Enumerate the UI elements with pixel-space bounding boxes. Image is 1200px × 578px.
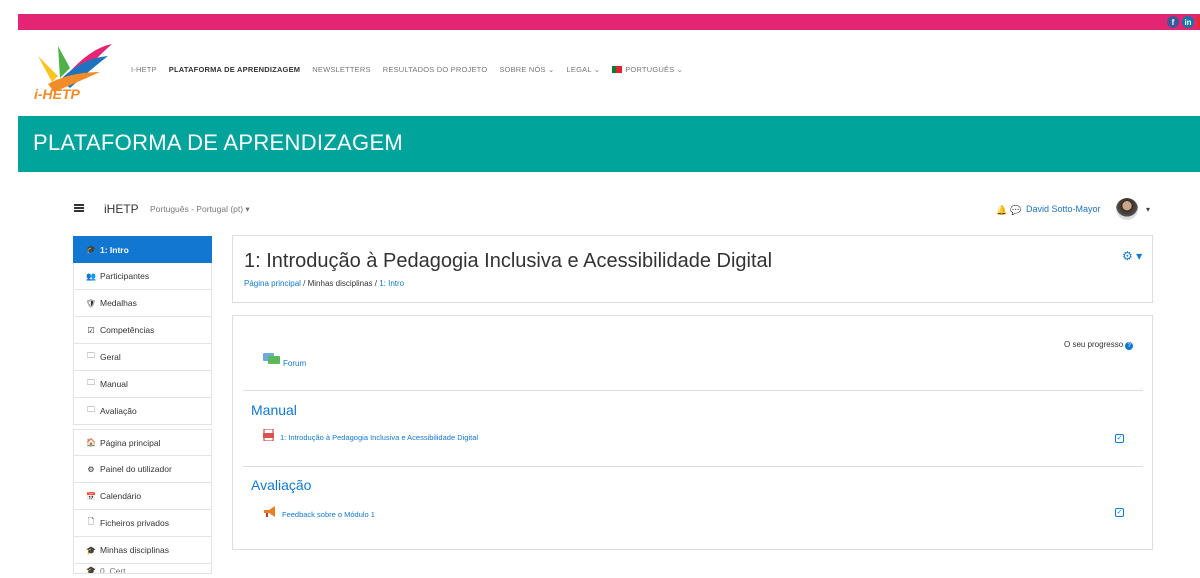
sidebar-item-label: 0_Cert xyxy=(100,566,126,574)
forum-icon xyxy=(263,353,280,364)
divider xyxy=(243,390,1143,391)
section-title-avaliacao[interactable]: Avaliação xyxy=(251,477,311,493)
sidebar-item-participantes[interactable]: 👥 Participantes xyxy=(73,263,212,290)
divider xyxy=(243,466,1143,467)
pdf-file-icon xyxy=(263,429,274,441)
nav-item-language-label: PORTUGUÊS ⌄ xyxy=(625,65,684,74)
moodle-navbar: iHETP Português - Portugal (pt) ▾ 🔔 💬 Da… xyxy=(64,195,1200,225)
feedback-megaphone-icon xyxy=(264,506,275,517)
notifications-icon[interactable]: 🔔 xyxy=(996,205,1007,216)
sidebar-item-calendario[interactable]: 📅 Calendário xyxy=(73,483,212,510)
graduation-cap-icon: 🎓 xyxy=(86,245,96,254)
page-banner: PLATAFORMA DE APRENDIZAGEM xyxy=(18,116,1200,172)
sidebar-item-label: Geral xyxy=(100,352,121,362)
sidebar-item-label: 1: Intro xyxy=(100,244,129,255)
sidebar-item-ficheiros[interactable]: 🗋 Ficheiros privados xyxy=(73,510,212,537)
course-nav: 🎓 1: Intro 👥 Participantes 🛡 Medalhas ☑ Comp… xyxy=(73,236,212,425)
nav-item-language[interactable]: PORTUGUÊS ⌄ xyxy=(612,65,683,74)
graduation-cap-icon: 🎓 xyxy=(86,545,96,555)
sidebar-item-label: Manual xyxy=(100,379,128,389)
sidebar-item-minhas-disciplinas[interactable]: 🎓 Minhas disciplinas xyxy=(73,537,212,564)
sidebar-item-competencias[interactable]: ☑ Competências xyxy=(73,317,212,344)
logo-text: i-HETP xyxy=(34,86,80,102)
progress-text: O seu progresso xyxy=(1064,340,1124,349)
user-name[interactable]: David Sotto-Mayor xyxy=(1026,204,1101,214)
site-name[interactable]: iHETP xyxy=(104,202,139,216)
messages-icon[interactable]: 💬 xyxy=(1010,205,1021,216)
page-title: PLATAFORMA DE APRENDIZAGEM xyxy=(33,130,404,155)
sidebar-item-label: Página principal xyxy=(100,437,161,448)
course-header: 1: Introdução à Pedagogia Inclusiva e Ac… xyxy=(232,235,1153,303)
completion-checkbox[interactable]: ✓ xyxy=(1115,434,1124,443)
course-title: 1: Introdução à Pedagogia Inclusiva e Ac… xyxy=(244,250,773,272)
users-icon: 👥 xyxy=(86,271,96,281)
sidebar-item-0-cert[interactable]: 🎓 0_Cert xyxy=(73,564,212,574)
top-strip: f in ▶ xyxy=(18,14,1200,30)
sidebar: 🎓 1: Intro 👥 Participantes 🛡 Medalhas ☑ Comp… xyxy=(73,236,212,574)
sidebar-item-label: Participantes xyxy=(100,271,150,281)
folder-icon: 🗀 xyxy=(87,405,95,414)
folder-icon: 🗀 xyxy=(87,351,95,360)
folder-icon: 🗀 xyxy=(87,378,95,387)
home-icon: 🏠 xyxy=(86,438,96,447)
dashboard-icon: ⚙ xyxy=(87,464,95,474)
activity-manual-link[interactable]: 1: Introdução à Pedagogia Inclusiva e Ac… xyxy=(280,433,478,442)
nav-item-sobre-nos[interactable]: SOBRE NÓS ⌄ xyxy=(499,65,554,74)
facebook-icon[interactable]: f xyxy=(1167,16,1179,28)
forum-link[interactable]: Forum xyxy=(283,359,306,368)
shield-icon: 🛡 xyxy=(85,298,97,308)
breadcrumb-current[interactable]: 1: Intro xyxy=(379,279,404,288)
nav-item-legal[interactable]: LEGAL ⌄ xyxy=(567,65,601,74)
checkbox-icon: ☑ xyxy=(87,325,95,335)
menu-toggle-icon[interactable] xyxy=(74,204,84,212)
gear-icon[interactable]: ⚙ ▾ xyxy=(1122,249,1142,263)
site-nav: 🏠 Página principal ⚙ Painel do utilizador … xyxy=(73,429,212,574)
breadcrumb-home[interactable]: Página principal xyxy=(244,279,301,288)
help-icon[interactable]: ? xyxy=(1125,342,1134,350)
activity-feedback-link[interactable]: Feedback sobre o Módulo 1 xyxy=(282,510,375,519)
graduation-cap-icon: 🎓 xyxy=(86,566,96,574)
sidebar-item-painel[interactable]: ⚙ Painel do utilizador xyxy=(73,456,212,483)
sidebar-item-manual[interactable]: 🗀 Manual xyxy=(73,371,212,398)
main-nav: I-HETP PLATAFORMA DE APRENDIZAGEM NEWSLE… xyxy=(131,65,683,74)
nav-item-newsletters[interactable]: NEWSLETTERS xyxy=(312,65,370,74)
nav-item-ihetp[interactable]: I-HETP xyxy=(131,65,157,74)
sidebar-item-label: Ficheiros privados xyxy=(100,518,169,528)
course-content: O seu progresso? Forum Manual 1: Introdu… xyxy=(232,315,1153,550)
sidebar-item-medalhas[interactable]: 🛡 Medalhas xyxy=(73,290,212,317)
sidebar-item-label: Minhas disciplinas xyxy=(100,545,169,555)
calendar-icon: 📅 xyxy=(86,491,96,501)
sidebar-item-avaliacao[interactable]: 🗀 Avaliação xyxy=(73,398,212,425)
completion-checkbox[interactable]: ✓ xyxy=(1115,508,1124,517)
file-icon: 🗋 xyxy=(87,517,95,526)
language-select[interactable]: Português - Portugal (pt) ▾ xyxy=(150,204,250,215)
linkedin-icon[interactable]: in xyxy=(1182,16,1194,28)
nav-item-resultados[interactable]: RESULTADOS DO PROJETO xyxy=(383,65,488,74)
sidebar-item-label: Competências xyxy=(100,325,155,335)
sidebar-item-label: Painel do utilizador xyxy=(100,464,172,474)
avatar[interactable] xyxy=(1116,198,1138,220)
user-menu-caret-icon[interactable]: ▾ xyxy=(1146,205,1150,214)
section-title-manual[interactable]: Manual xyxy=(251,402,297,418)
sidebar-item-label: Avaliação xyxy=(100,406,137,416)
portugal-flag-icon xyxy=(612,66,623,73)
breadcrumb-separator: / xyxy=(300,279,308,288)
sidebar-item-geral[interactable]: 🗀 Geral xyxy=(73,344,212,371)
sidebar-item-label: Calendário xyxy=(100,491,142,501)
sidebar-item-label: Medalhas xyxy=(100,298,137,308)
nav-item-plataforma[interactable]: PLATAFORMA DE APRENDIZAGEM xyxy=(169,65,300,74)
sidebar-item-pagina-principal[interactable]: 🏠 Página principal xyxy=(73,429,212,456)
breadcrumb-my-courses[interactable]: Minhas disciplinas xyxy=(308,279,373,288)
breadcrumb: Página principal / Minhas disciplinas / … xyxy=(244,279,404,288)
progress-label: O seu progresso? xyxy=(1064,340,1134,350)
sidebar-item-intro[interactable]: 🎓 1: Intro xyxy=(73,236,212,263)
